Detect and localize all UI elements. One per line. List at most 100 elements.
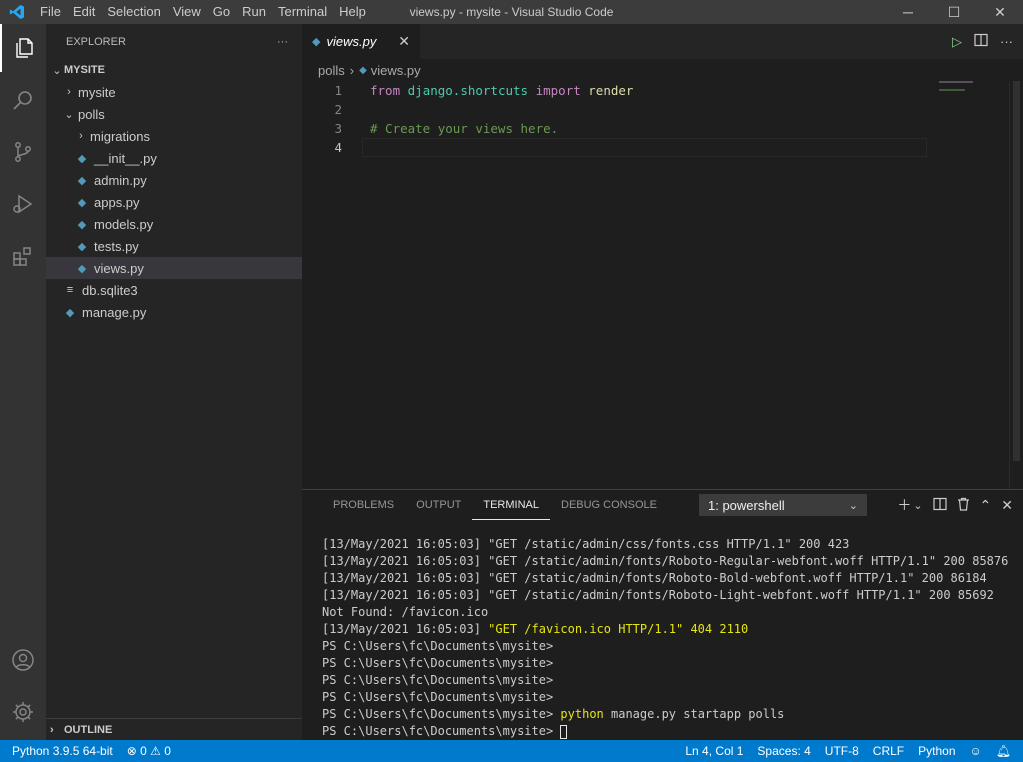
code-token: from: [370, 83, 401, 98]
minimize-button[interactable]: ─: [885, 0, 931, 24]
terminal-text: PS C:\Users\fc\Documents\mysite>: [322, 673, 554, 687]
breadcrumb: polls › ◆ views.py: [302, 59, 1023, 81]
run-debug-icon[interactable]: [0, 180, 46, 228]
maximize-button[interactable]: ☐: [931, 0, 977, 24]
tree-item-label: models.py: [94, 216, 154, 232]
indentation-status[interactable]: Spaces: 4: [757, 744, 810, 758]
terminal-text: [13/May/2021 16:05:03] "GET /static/admi…: [322, 571, 987, 585]
tab-output[interactable]: OUTPUT: [405, 490, 472, 520]
title-bar: File Edit Selection View Go Run Terminal Help v…: [0, 0, 1023, 24]
terminal-cursor: [560, 724, 568, 739]
workspace-root[interactable]: ⌄ MYSITE: [46, 59, 302, 81]
menu-item-view[interactable]: View: [167, 0, 207, 24]
file-tree: › mysite ⌄ polls › migrations ◆ __init__.py ◆ adm…: [46, 81, 302, 323]
tree-item-mysite[interactable]: › mysite: [46, 81, 302, 103]
code-line[interactable]: 1 from django.shortcuts import render: [302, 81, 1023, 100]
python-file-icon: ◆: [77, 196, 87, 209]
tree-item-db-sqlite3[interactable]: ≡ db.sqlite3: [46, 279, 302, 301]
terminal-select-dropdown[interactable]: 1: powershell ⌄: [699, 494, 867, 516]
tab-debug-console[interactable]: DEBUG CONSOLE: [550, 490, 668, 520]
line-number: 1: [334, 83, 342, 98]
new-terminal-icon[interactable]: ＋: [897, 495, 911, 515]
breadcrumb-folder[interactable]: polls: [318, 63, 345, 78]
problems-status[interactable]: ⊗ 0 ⚠ 0: [127, 744, 171, 758]
tree-item-label: __init__.py: [94, 150, 157, 166]
split-terminal-icon[interactable]: [932, 497, 947, 514]
tab-terminal[interactable]: TERMINAL: [472, 490, 550, 520]
tree-item-models-py[interactable]: ◆ models.py: [46, 213, 302, 235]
terminal-text: python: [560, 707, 604, 721]
menu-item-file[interactable]: File: [34, 0, 67, 24]
close-tab-icon[interactable]: ✕: [398, 33, 410, 50]
chevron-down-icon: ⌄: [64, 108, 74, 121]
extensions-icon[interactable]: [0, 232, 46, 280]
eol-status[interactable]: CRLF: [873, 744, 904, 758]
code-line[interactable]: 4: [302, 138, 1023, 157]
encoding-status[interactable]: UTF-8: [825, 744, 859, 758]
menu-item-terminal[interactable]: Terminal: [272, 0, 333, 24]
notifications-bell-icon[interactable]: 🔔︎: [996, 744, 1011, 758]
explorer-sidebar: EXPLORER ··· ⌄ MYSITE › mysite ⌄ polls › migr…: [46, 24, 302, 740]
accounts-icon[interactable]: [0, 636, 46, 684]
terminal-line: [13/May/2021 16:05:03] "GET /static/admi…: [322, 553, 1013, 570]
maximize-panel-chevron-up-icon[interactable]: ⌃: [980, 497, 992, 514]
terminal-line: [13/May/2021 16:05:03] "GET /static/admi…: [322, 587, 1013, 604]
run-python-file-icon[interactable]: ▷: [952, 34, 962, 50]
breadcrumb-file[interactable]: views.py: [371, 63, 421, 78]
search-icon[interactable]: [0, 76, 46, 124]
terminal-line: PS C:\Users\fc\Documents\mysite>: [322, 655, 1013, 672]
status-bar: Python 3.9.5 64-bit ⊗ 0 ⚠ 0 Ln 4, Col 1 …: [0, 740, 1023, 762]
source-control-icon[interactable]: [0, 128, 46, 176]
terminal-output[interactable]: [13/May/2021 16:05:03] "GET /static/admi…: [322, 536, 1013, 740]
more-editor-actions-icon[interactable]: ···: [1000, 34, 1013, 49]
menu-item-run[interactable]: Run: [236, 0, 272, 24]
editor-scrollbar[interactable]: [1009, 81, 1023, 489]
python-interpreter-status[interactable]: Python 3.9.5 64-bit: [12, 744, 113, 758]
menu-item-edit[interactable]: Edit: [67, 0, 101, 24]
code-editor[interactable]: 1 from django.shortcuts import render 2 3 # …: [302, 81, 1023, 157]
code-line[interactable]: 2: [302, 100, 1023, 119]
minimap[interactable]: [939, 81, 1009, 101]
chevron-down-icon: ⌄: [848, 499, 858, 512]
python-file-icon: ◆: [359, 64, 367, 76]
terminal-launch-dropdown-icon[interactable]: ⌄: [913, 499, 922, 512]
outline-section[interactable]: › OUTLINE: [46, 718, 302, 740]
tree-item-polls[interactable]: ⌄ polls: [46, 103, 302, 125]
workspace-root-label: MYSITE: [64, 64, 105, 76]
split-editor-icon[interactable]: [974, 33, 988, 50]
terminal-text: PS C:\Users\fc\Documents\mysite>: [322, 690, 554, 704]
tree-item-views-py[interactable]: ◆ views.py: [46, 257, 302, 279]
tree-item-admin-py[interactable]: ◆ admin.py: [46, 169, 302, 191]
menu-item-go[interactable]: Go: [207, 0, 236, 24]
tree-item-tests-py[interactable]: ◆ tests.py: [46, 235, 302, 257]
error-count: 0: [140, 744, 147, 758]
more-actions-button[interactable]: ···: [277, 36, 288, 48]
terminal-text: PS C:\Users\fc\Documents\mysite>: [322, 707, 561, 721]
tree-item--init-py[interactable]: ◆ __init__.py: [46, 147, 302, 169]
tab-views-py[interactable]: ◆ views.py ✕: [302, 24, 420, 59]
cursor-position-status[interactable]: Ln 4, Col 1: [685, 744, 743, 758]
breadcrumb-separator-icon: ›: [349, 62, 355, 78]
tree-item-apps-py[interactable]: ◆ apps.py: [46, 191, 302, 213]
editor-group: ◆ views.py ✕ ▷ ··· polls › ◆ views.py 1 f…: [302, 24, 1023, 489]
terminal-text: "GET /favicon.ico HTTP/1.1" 404 2110: [488, 622, 749, 636]
code-line[interactable]: 3 # Create your views here.: [302, 119, 1023, 138]
kill-terminal-trash-icon[interactable]: [957, 497, 970, 514]
tree-item-manage-py[interactable]: ◆ manage.py: [46, 301, 302, 323]
language-mode-status[interactable]: Python: [918, 744, 955, 758]
tree-item-label: migrations: [90, 128, 150, 144]
tree-item-migrations[interactable]: › migrations: [46, 125, 302, 147]
tab-problems[interactable]: PROBLEMS: [322, 490, 405, 520]
terminal-line: Not Found: /favicon.ico: [322, 604, 1013, 621]
terminal-text: [13/May/2021 16:05:03] "GET /static/admi…: [322, 537, 850, 551]
warning-icon: ⚠: [150, 744, 161, 758]
settings-gear-icon[interactable]: [0, 688, 46, 736]
menu-item-selection[interactable]: Selection: [101, 0, 166, 24]
code-token: # Create your views here.: [370, 121, 559, 136]
explorer-icon[interactable]: [0, 24, 46, 72]
close-window-button[interactable]: ✕: [977, 0, 1023, 24]
close-panel-icon[interactable]: ✕: [1001, 497, 1013, 514]
terminal-line: [13/May/2021 16:05:03] "GET /favicon.ico…: [322, 621, 1013, 638]
menu-item-help[interactable]: Help: [333, 0, 372, 24]
feedback-icon[interactable]: ☺: [970, 744, 982, 758]
